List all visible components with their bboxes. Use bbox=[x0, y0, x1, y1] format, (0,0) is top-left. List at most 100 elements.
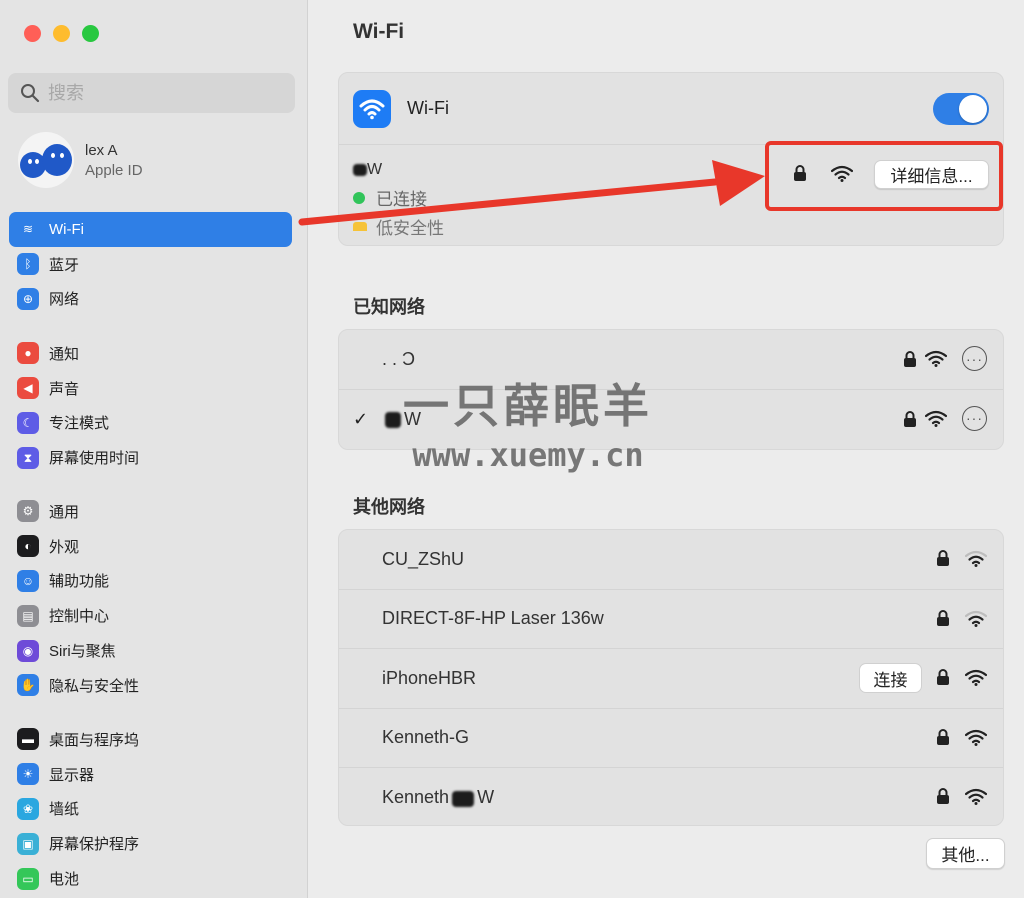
other-network-row[interactable]: iPhoneHBR 连接 bbox=[339, 649, 1003, 709]
connection-status: 已连接 bbox=[376, 190, 427, 209]
bell-icon: ● bbox=[17, 342, 39, 365]
sidebar-item-label: 蓝牙 bbox=[49, 256, 80, 274]
sidebar-item[interactable]: ▤ 控制中心 bbox=[9, 598, 292, 633]
search-icon bbox=[21, 84, 40, 103]
sidebar-item-label: Wi-Fi bbox=[49, 220, 84, 238]
search-input[interactable] bbox=[48, 82, 268, 104]
speaker-icon: ◀ bbox=[17, 377, 39, 400]
sidebar-item-label: 隐私与安全性 bbox=[49, 677, 140, 695]
lock-icon bbox=[904, 410, 916, 427]
sidebar-item[interactable]: ▭ 电池 bbox=[9, 861, 292, 896]
bluetooth-icon: ᛒ bbox=[17, 253, 39, 276]
other-network-row[interactable]: Kenneth W bbox=[339, 768, 1003, 828]
wifi-signal-icon bbox=[965, 669, 987, 686]
lock-icon bbox=[937, 669, 949, 685]
wifi-app-icon bbox=[353, 89, 391, 128]
sidebar-group-notifications: ● 通知 ◀ 声音 ☾ 专注模式 ⧗ 屏幕使用时间 bbox=[9, 336, 292, 475]
wifi-signal-icon bbox=[965, 729, 987, 746]
sidebar: lex A Apple ID ≋ Wi-Fi ᛒ 蓝牙 ⊕ 网络 ● 通知 ◀ 声音 ☾ 专注模式 ⧗… bbox=[0, 0, 308, 898]
sidebar-item[interactable]: ◀ 声音 bbox=[9, 371, 292, 406]
gear-icon: ⚙ bbox=[17, 500, 39, 523]
sidebar-item-label: 屏幕保护程序 bbox=[49, 836, 140, 854]
wifi-label: Wi-Fi bbox=[407, 98, 449, 118]
zoom-window-button[interactable] bbox=[82, 25, 99, 42]
other-network-row[interactable]: DIRECT-8F-HP Laser 136w bbox=[339, 590, 1003, 649]
other-network-row[interactable]: CU_ZShU bbox=[339, 530, 1003, 590]
flower-icon: ❀ bbox=[17, 797, 39, 820]
minimize-window-button[interactable] bbox=[53, 25, 70, 42]
sidebar-item[interactable]: ᛒ 蓝牙 bbox=[9, 247, 292, 282]
sidebar-item[interactable]: ◐ 外观 bbox=[9, 529, 292, 564]
known-networks-title: 已知网络 bbox=[353, 297, 425, 317]
hourglass-icon: ⧗ bbox=[17, 446, 39, 469]
known-network-row[interactable]: ✓ W ··· bbox=[339, 390, 1003, 450]
sidebar-item[interactable]: ● 通知 bbox=[9, 336, 292, 371]
sidebar-item[interactable]: ☀ 显示器 bbox=[9, 757, 292, 792]
sidebar-group-display: ▬ 桌面与程序坞 ☀ 显示器 ❀ 墙纸 ▣ 屏幕保护程序 ▭ 电池 bbox=[9, 722, 292, 896]
moon-icon: ☾ bbox=[17, 411, 39, 434]
sidebar-item-label: 墙纸 bbox=[49, 801, 80, 819]
warning-icon bbox=[353, 222, 367, 231]
sidebar-item[interactable]: ▣ 屏幕保护程序 bbox=[9, 826, 292, 861]
hand-icon: ✋ bbox=[17, 674, 39, 697]
lock-icon bbox=[937, 788, 949, 804]
sidebar-item[interactable]: ✋ 隐私与安全性 bbox=[9, 668, 292, 703]
accessibility-icon: ☺ bbox=[17, 569, 39, 592]
sidebar-item-label: 控制中心 bbox=[49, 608, 110, 626]
security-status: 低安全性 bbox=[376, 219, 444, 238]
network-name: CU_ZShU bbox=[382, 548, 465, 569]
screensaver-icon: ▣ bbox=[17, 832, 39, 855]
wifi-signal-icon bbox=[925, 410, 947, 427]
network-name: W bbox=[382, 409, 421, 430]
sidebar-item[interactable]: ❀ 墙纸 bbox=[9, 792, 292, 827]
control-center-icon: ▤ bbox=[17, 604, 39, 627]
page-title: Wi-Fi bbox=[353, 20, 405, 43]
details-button[interactable]: 详细信息... bbox=[874, 160, 989, 189]
wifi-signal-icon bbox=[965, 550, 987, 567]
account-subtitle: Apple ID bbox=[85, 161, 143, 179]
network-name: Kenneth W bbox=[382, 787, 495, 808]
sidebar-group-network: ≋ Wi-Fi ᛒ 蓝牙 ⊕ 网络 bbox=[9, 212, 292, 316]
sidebar-item-label: 外观 bbox=[49, 538, 80, 556]
sidebar-item[interactable]: ◉ Siri与聚焦 bbox=[9, 633, 292, 668]
globe-icon: ⊕ bbox=[17, 287, 39, 310]
window-controls bbox=[24, 25, 99, 42]
dock-icon: ▬ bbox=[17, 728, 39, 751]
wifi-toggle-row: Wi-Fi bbox=[339, 73, 1003, 145]
wifi-signal-icon bbox=[965, 788, 987, 805]
sidebar-item[interactable]: ☺ 辅助功能 bbox=[9, 564, 292, 599]
close-window-button[interactable] bbox=[24, 25, 41, 42]
wifi-signal-icon bbox=[965, 610, 987, 627]
more-options-icon[interactable]: ··· bbox=[962, 346, 987, 371]
sidebar-item-label: 通用 bbox=[49, 503, 80, 521]
network-name: iPhoneHBR bbox=[382, 667, 477, 688]
search-field[interactable] bbox=[8, 73, 295, 113]
sidebar-item-label: 电池 bbox=[49, 871, 80, 889]
lock-icon bbox=[937, 728, 949, 745]
sidebar-item[interactable]: ≋ Wi-Fi bbox=[9, 212, 292, 247]
known-networks-list: . . Ͻ ··· ✓ W ··· bbox=[338, 329, 1004, 450]
wifi-toggle[interactable] bbox=[933, 92, 989, 125]
sidebar-item[interactable]: ⚙ 通用 bbox=[9, 494, 292, 529]
sidebar-item[interactable]: ⧗ 屏幕使用时间 bbox=[9, 440, 292, 475]
connect-button[interactable]: 连接 bbox=[859, 663, 922, 693]
other-network-button[interactable]: 其他... bbox=[926, 838, 1005, 869]
apple-id-account[interactable]: lex A Apple ID bbox=[18, 132, 143, 188]
known-network-row[interactable]: . . Ͻ ··· bbox=[339, 330, 1003, 390]
appearance-icon: ◐ bbox=[17, 535, 39, 558]
more-options-icon[interactable]: ··· bbox=[962, 405, 987, 431]
wifi-signal-icon bbox=[925, 350, 947, 367]
network-name: DIRECT-8F-HP Laser 136w bbox=[382, 608, 604, 629]
sidebar-item-label: 网络 bbox=[49, 291, 80, 309]
sidebar-item[interactable]: ▬ 桌面与程序坞 bbox=[9, 722, 292, 757]
main-pane: Wi-Fi Wi-Fi W 已连接 低安全性 详细信息... 已知网络 . . … bbox=[309, 0, 1024, 898]
account-name: lex A bbox=[85, 141, 118, 159]
lock-icon bbox=[904, 351, 916, 367]
sidebar-item[interactable]: ☾ 专注模式 bbox=[9, 406, 292, 441]
other-network-row[interactable]: Kenneth-G bbox=[339, 709, 1003, 768]
sidebar-item[interactable]: ⊕ 网络 bbox=[9, 282, 292, 317]
sidebar-item-label: 专注模式 bbox=[49, 415, 110, 433]
siri-icon: ◉ bbox=[17, 639, 39, 662]
avatar bbox=[18, 132, 74, 188]
connected-dot-icon bbox=[353, 191, 365, 204]
